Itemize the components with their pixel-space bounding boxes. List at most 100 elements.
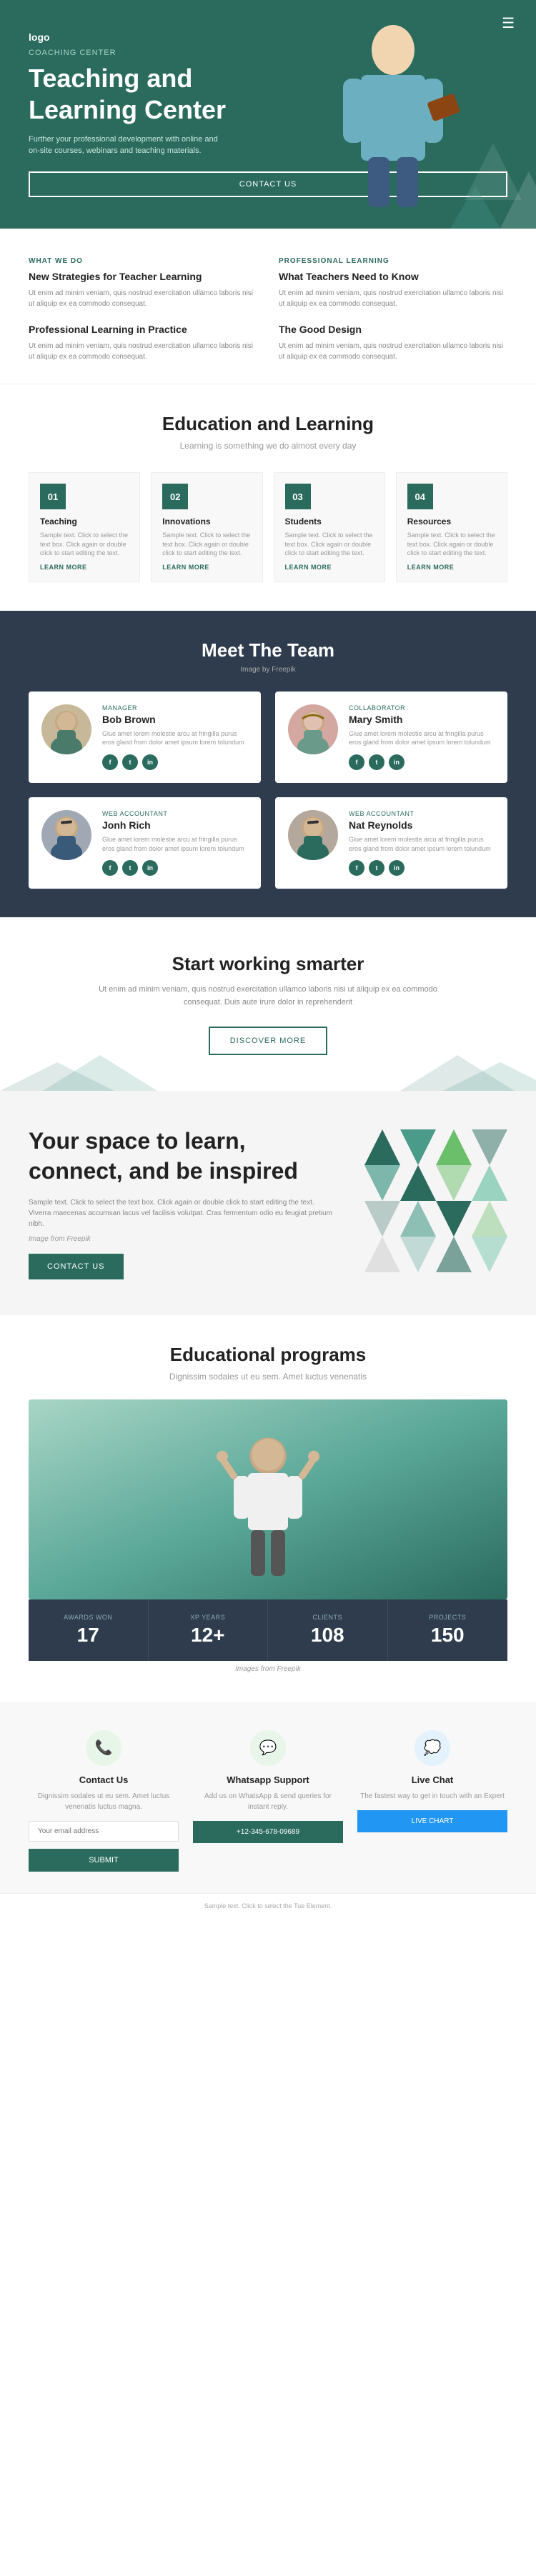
chat-icon: 💭: [415, 1730, 450, 1766]
twitter-icon-jonh[interactable]: t: [122, 860, 138, 876]
team-name-bob: Bob Brown: [102, 714, 248, 725]
avatar-bob: [41, 704, 91, 754]
avatar-jonh-image: [41, 810, 91, 860]
nav-menu[interactable]: ☰: [502, 14, 515, 32]
item3-text: Ut enim ad minim veniam, quis nostrud ex…: [29, 341, 257, 362]
edu-card-1: 01 Teaching Sample text. Click to select…: [29, 472, 140, 582]
inspire-contact-button[interactable]: CONTACT US: [29, 1254, 124, 1279]
edu-card-text-2: Sample text. Click to select the text bo…: [162, 531, 251, 558]
contact-title-3: Live Chat: [357, 1774, 507, 1785]
col-what-we-do: WHAT WE DO New Strategies for Teacher Le…: [29, 257, 257, 362]
team-role-nat: Web accountant: [349, 810, 495, 817]
learn-more-2[interactable]: LEARN MORE: [162, 564, 251, 571]
twitter-icon-mary[interactable]: t: [369, 754, 384, 770]
avatar-mary: [288, 704, 338, 754]
submit-button[interactable]: SUBMIT: [29, 1849, 179, 1872]
facebook-icon-bob[interactable]: f: [102, 754, 118, 770]
stat-years-value: 12+: [163, 1624, 254, 1647]
header-title: Teaching and Learning Center: [29, 63, 257, 124]
team-role-bob: Manager: [102, 704, 248, 712]
stats-bar: AWARDS WON 17 XP YEARS 12+ CLIENTS 108 P…: [29, 1599, 507, 1661]
edu-programs-subtitle: Dignissim sodales ut eu sem. Amet luctus…: [29, 1372, 507, 1382]
education-title: Education and Learning: [29, 413, 507, 435]
team-role-mary: Collaborator: [349, 704, 495, 712]
education-section: Education and Learning Learning is somet…: [0, 384, 536, 611]
edu-card-title-2: Innovations: [162, 516, 251, 526]
stat-clients: CLIENTS 108: [268, 1599, 388, 1661]
team-name-jonh: Jonh Rich: [102, 819, 248, 831]
avatar-nat: [288, 810, 338, 860]
footer: Sample text. Click to select the Tue Ele…: [0, 1893, 536, 1918]
edu-card-text-3: Sample text. Click to select the text bo…: [285, 531, 374, 558]
team-card-bob: Manager Bob Brown Glue amet lorem molest…: [29, 692, 261, 783]
learn-more-3[interactable]: LEARN MORE: [285, 564, 374, 571]
twitter-icon-nat[interactable]: t: [369, 860, 384, 876]
instagram-icon-nat[interactable]: in: [389, 860, 405, 876]
team-title: Meet The Team: [29, 639, 507, 662]
email-input[interactable]: [29, 1821, 179, 1842]
contact-section: 📞 Contact Us Dignissim sodales ut eu sem…: [0, 1702, 536, 1893]
inspire-image-credit: Image from Freepik: [29, 1235, 336, 1243]
team-name-mary: Mary Smith: [349, 714, 495, 725]
avatar-bob-image: [41, 704, 91, 754]
edu-num-2: 02: [162, 484, 188, 509]
stat-projects-label: PROJECTS: [402, 1614, 494, 1621]
item2-title: What Teachers Need to Know: [279, 271, 507, 282]
instagram-icon-jonh[interactable]: in: [142, 860, 158, 876]
live-chat-button[interactable]: LIVE CHART: [357, 1810, 507, 1832]
stat-years-label: XP YEARS: [163, 1614, 254, 1621]
learn-more-4[interactable]: LEARN MORE: [407, 564, 496, 571]
whatsapp-icon-symbol: 💬: [259, 1739, 277, 1757]
smarter-text: Ut enim ad minim veniam, quis nostrud ex…: [89, 984, 447, 1009]
education-cards: 01 Teaching Sample text. Click to select…: [29, 472, 507, 582]
what-we-do-section: WHAT WE DO New Strategies for Teacher Le…: [0, 229, 536, 384]
inspire-text-block: Your space to learn, connect, and be ins…: [29, 1127, 336, 1279]
contact-text-1: Dignissim sodales ut eu sem. Amet luctus…: [29, 1791, 179, 1812]
item1-title: New Strategies for Teacher Learning: [29, 271, 257, 282]
contact-title-1: Contact Us: [29, 1774, 179, 1785]
inspire-section: Your space to learn, connect, and be ins…: [0, 1091, 536, 1314]
edu-card-4: 04 Resources Sample text. Click to selec…: [396, 472, 507, 582]
team-card-nat: Web accountant Nat Reynolds Glue amet lo…: [275, 797, 507, 889]
contact-text-3: The fastest way to get in touch with an …: [357, 1791, 507, 1802]
smarter-title: Start working smarter: [29, 953, 507, 975]
twitter-icon-bob[interactable]: t: [122, 754, 138, 770]
chat-icon-symbol: 💭: [424, 1739, 442, 1757]
hamburger-icon[interactable]: ☰: [502, 16, 515, 31]
contact-title-2: Whatsapp Support: [193, 1774, 343, 1785]
inspire-description: Sample text. Click to select the text bo…: [29, 1197, 336, 1229]
team-desc-mary: Glue amet lorem molestie arcu at fringil…: [349, 729, 495, 747]
inspire-title: Your space to learn, connect, and be ins…: [29, 1127, 336, 1186]
facebook-icon-nat[interactable]: f: [349, 860, 364, 876]
team-social-nat: f t in: [349, 860, 495, 876]
edu-card-2: 02 Innovations Sample text. Click to sel…: [151, 472, 262, 582]
footer-text: Sample text. Click to select the Tue Ele…: [29, 1902, 507, 1909]
item4-title: The Good Design: [279, 324, 507, 335]
instagram-icon-mary[interactable]: in: [389, 754, 405, 770]
team-card-mary: Collaborator Mary Smith Glue amet lorem …: [275, 692, 507, 783]
facebook-icon-jonh[interactable]: f: [102, 860, 118, 876]
learn-more-1[interactable]: LEARN MORE: [40, 564, 129, 571]
discover-more-button[interactable]: DISCOVER MORE: [209, 1027, 328, 1055]
stat-years: XP YEARS 12+: [149, 1599, 269, 1661]
team-info-mary: Collaborator Mary Smith Glue amet lorem …: [349, 704, 495, 770]
stat-awards-label: AWARDS WON: [43, 1614, 134, 1621]
facebook-icon-mary[interactable]: f: [349, 754, 364, 770]
team-info-bob: Manager Bob Brown Glue amet lorem molest…: [102, 704, 248, 770]
item2-text: Ut enim ad minim veniam, quis nostrud ex…: [279, 288, 507, 309]
stat-awards: AWARDS WON 17: [29, 1599, 149, 1661]
team-card-jonh: Web accountant Jonh Rich Glue amet lorem…: [29, 797, 261, 889]
team-social-bob: f t in: [102, 754, 248, 770]
col1-label: WHAT WE DO: [29, 257, 257, 265]
avatar-mary-image: [288, 704, 338, 754]
team-info-nat: Web accountant Nat Reynolds Glue amet lo…: [349, 810, 495, 876]
team-role-jonh: Web accountant: [102, 810, 248, 817]
inspire-shapes: [364, 1129, 507, 1276]
team-grid: Manager Bob Brown Glue amet lorem molest…: [29, 692, 507, 889]
programs-image-credit: Images from Freepik: [29, 1665, 507, 1673]
edu-card-text-4: Sample text. Click to select the text bo…: [407, 531, 496, 558]
instagram-icon-bob[interactable]: in: [142, 754, 158, 770]
header-person-image: [322, 14, 493, 229]
whatsapp-button[interactable]: +12-345-678-09689: [193, 1821, 343, 1843]
team-info-jonh: Web accountant Jonh Rich Glue amet lorem…: [102, 810, 248, 876]
